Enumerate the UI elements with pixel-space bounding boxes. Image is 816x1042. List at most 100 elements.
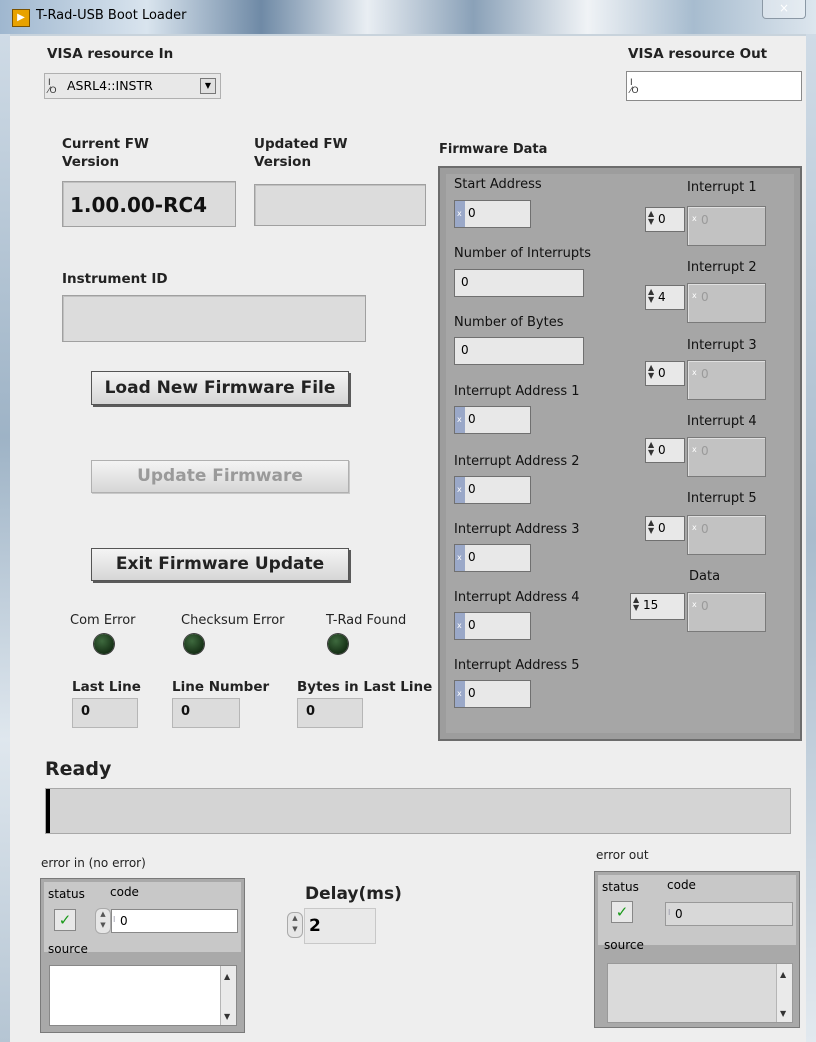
com-error-led	[94, 634, 114, 654]
error-out-code-indicator: I 0	[665, 902, 793, 926]
interrupt-5-label: Interrupt 5	[687, 491, 757, 506]
text-cursor	[46, 789, 50, 833]
firmware-data-label: Firmware Data	[439, 142, 548, 157]
updated-fw-indicator	[254, 184, 426, 226]
interrupt-address-1-field[interactable]: x0	[454, 406, 531, 434]
bytes-last-line-value: 0	[306, 704, 316, 719]
trad-found-label: T-Rad Found	[326, 613, 407, 628]
error-out-label: error out	[596, 848, 649, 862]
window-title: T-Rad-USB Boot Loader	[36, 8, 187, 23]
data-array-label: Data	[689, 569, 721, 584]
interrupt-2-label: Interrupt 2	[687, 260, 757, 275]
desktop-background-right	[806, 34, 816, 1042]
scroll-down-icon: ▼	[224, 1012, 231, 1021]
scroll-up-icon: ▲	[224, 972, 231, 981]
current-fw-value: 1.00.00-RC4	[70, 193, 208, 217]
error-in-code-label: code	[110, 885, 139, 899]
interrupt-address-4-field[interactable]: x0	[454, 612, 531, 640]
current-fw-label: Current FW Version	[62, 136, 149, 170]
visa-in-value: ASRL4::INSTR	[67, 78, 153, 93]
interrupt-4-label: Interrupt 4	[687, 414, 757, 429]
visa-io-icon: I ⁄O	[630, 78, 639, 96]
error-out-cluster: status code ✓ I 0 source ▲ ▼	[594, 871, 800, 1028]
bytes-last-line-label: Bytes in Last Line	[297, 679, 433, 695]
interrupt-3-index[interactable]: ▲ ▼ 0	[645, 361, 685, 386]
checksum-error-label: Checksum Error	[181, 613, 285, 628]
visa-out-label: VISA resource Out	[628, 46, 768, 62]
interrupt-address-3-label: Interrupt Address 3	[454, 522, 580, 537]
error-in-source-scrollbar[interactable]: ▲ ▼	[220, 966, 236, 1025]
interrupt-2-element: x0	[687, 283, 766, 323]
interrupt-1-label: Interrupt 1	[687, 180, 757, 195]
interrupt-address-4-label: Interrupt Address 4	[454, 590, 580, 605]
interrupt-5-element: x0	[687, 515, 766, 555]
start-address-label: Start Address	[454, 177, 542, 192]
error-in-code-spinner[interactable]: ▲ ▼	[95, 908, 111, 934]
interrupt-3-element: x0	[687, 360, 766, 400]
error-out-source-scrollbar[interactable]: ▲ ▼	[776, 964, 792, 1022]
start-address-field[interactable]: x0	[454, 200, 531, 228]
visa-out-field[interactable]: I ⁄O	[626, 71, 802, 101]
exit-firmware-update-button[interactable]: Exit Firmware Update	[91, 548, 349, 581]
interrupt-address-2-field[interactable]: x0	[454, 476, 531, 504]
data-array-index[interactable]: ▲ ▼ 15	[630, 593, 685, 620]
error-in-code-field[interactable]: I 0	[111, 909, 238, 933]
num-bytes-label: Number of Bytes	[454, 315, 564, 330]
scroll-up-icon: ▲	[780, 970, 787, 979]
update-firmware-button[interactable]: Update Firmware	[91, 460, 349, 493]
dropdown-arrow-icon[interactable]: ▼	[200, 78, 216, 94]
error-out-source-label: source	[604, 938, 644, 952]
interrupt-address-2-label: Interrupt Address 2	[454, 454, 580, 469]
error-out-status-indicator: ✓	[611, 901, 633, 923]
last-line-value: 0	[81, 704, 91, 719]
labview-app-icon: ▶	[12, 9, 30, 27]
checksum-error-led	[184, 634, 204, 654]
scroll-down-icon: ▼	[780, 1009, 787, 1018]
instrument-id-label: Instrument ID	[62, 271, 168, 287]
status-label: Ready	[45, 758, 112, 780]
interrupt-4-element: x0	[687, 437, 766, 477]
data-array-element: x0	[687, 592, 766, 632]
delay-label: Delay(ms)	[305, 884, 402, 904]
interrupt-2-index[interactable]: ▲ ▼ 4	[645, 285, 685, 310]
visa-in-label: VISA resource In	[47, 46, 174, 62]
interrupt-1-index[interactable]: ▲ ▼ 0	[645, 207, 685, 232]
error-in-source-label: source	[48, 942, 88, 956]
status-text-field[interactable]	[45, 788, 791, 834]
error-out-source-indicator: ▲ ▼	[607, 963, 793, 1023]
error-out-status-label: status	[602, 880, 639, 894]
error-in-label: error in (no error)	[41, 856, 146, 870]
error-in-cluster: status code ✓ ▲ ▼ I 0 source ▲ ▼	[40, 878, 245, 1033]
num-interrupts-field[interactable]: 0	[454, 269, 584, 297]
interrupt-address-1-label: Interrupt Address 1	[454, 384, 580, 399]
interrupt-4-index[interactable]: ▲ ▼ 0	[645, 438, 685, 463]
trad-found-led	[328, 634, 348, 654]
visa-in-select[interactable]: I ⁄O ASRL4::INSTR ▼	[44, 73, 221, 99]
error-in-status-checkbox[interactable]: ✓	[54, 909, 76, 931]
num-bytes-field[interactable]: 0	[454, 337, 584, 365]
line-number-label: Line Number	[172, 679, 270, 695]
current-fw-indicator: 1.00.00-RC4	[62, 181, 236, 227]
line-number-value: 0	[181, 704, 191, 719]
delay-value: 2	[309, 916, 321, 936]
error-in-source-field[interactable]: ▲ ▼	[49, 965, 237, 1026]
interrupt-5-index[interactable]: ▲ ▼ 0	[645, 516, 685, 541]
delay-spinner[interactable]: ▲ ▼	[287, 912, 303, 938]
interrupt-address-3-field[interactable]: x0	[454, 544, 531, 572]
window-close-button[interactable]: ×	[762, 0, 806, 19]
delay-field[interactable]: 2	[304, 908, 376, 944]
instrument-id-indicator	[62, 295, 366, 342]
line-number-indicator: 0	[172, 698, 240, 728]
load-firmware-button[interactable]: Load New Firmware File	[91, 371, 349, 405]
error-in-status-label: status	[48, 887, 85, 901]
visa-io-icon: I ⁄O	[48, 78, 57, 96]
interrupt-address-5-label: Interrupt Address 5	[454, 658, 580, 673]
updated-fw-label: Updated FW Version	[254, 136, 348, 170]
interrupt-1-element: x0	[687, 206, 766, 246]
num-interrupts-label: Number of Interrupts	[454, 246, 592, 261]
interrupt-3-label: Interrupt 3	[687, 338, 757, 353]
interrupt-address-5-field[interactable]: x0	[454, 680, 531, 708]
last-line-indicator: 0	[72, 698, 138, 728]
com-error-label: Com Error	[70, 613, 136, 628]
error-out-code-label: code	[667, 878, 696, 892]
